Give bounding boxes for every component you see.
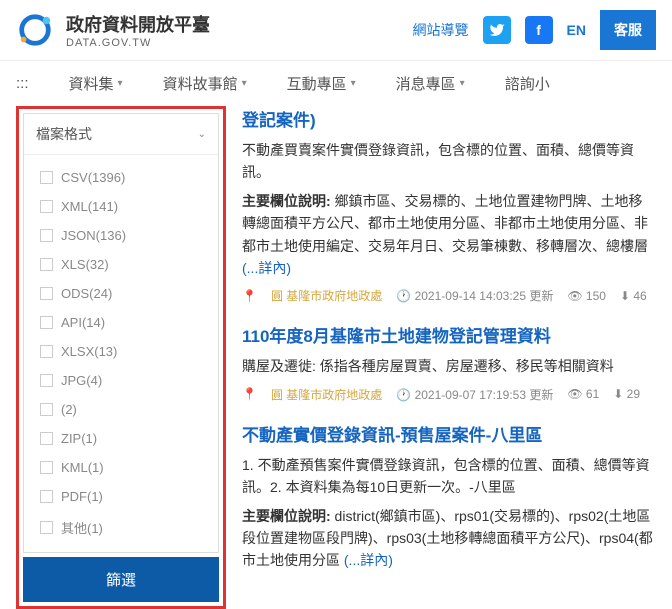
result-description: 購屋及遷徙: 係指各種房屋買賣、房屋遷移、移民等相關資料 bbox=[242, 355, 656, 377]
checkbox[interactable] bbox=[40, 374, 53, 387]
filter-item-label: CSV(1396) bbox=[61, 170, 125, 185]
nav-news[interactable]: 消息專區▾ bbox=[396, 73, 465, 94]
filter-item[interactable]: KML(1) bbox=[24, 453, 218, 482]
results-content: 登記案件) 不動產買賣案件實價登錄資訊，包含標的位置、面積、總價等資訊。主要欄位說… bbox=[242, 106, 656, 609]
filter-item-label: JSON(136) bbox=[61, 228, 126, 243]
facebook-icon[interactable]: f bbox=[525, 16, 553, 44]
sitemap-link[interactable]: 網站導覽 bbox=[413, 20, 469, 40]
views-meta: 👁 150 bbox=[567, 289, 606, 303]
checkbox[interactable] bbox=[40, 200, 53, 213]
filter-item-label: XML(141) bbox=[61, 199, 118, 214]
filter-item-label: XLSX(13) bbox=[61, 344, 117, 359]
chevron-down-icon: ⌄ bbox=[198, 129, 206, 140]
result-description: 不動產買賣案件實價登錄資訊，包含標的位置、面積、總價等資訊。 bbox=[242, 139, 656, 184]
checkbox[interactable] bbox=[40, 490, 53, 503]
checkbox[interactable] bbox=[40, 432, 53, 445]
checkbox[interactable] bbox=[40, 229, 53, 242]
filter-item-label: XLS(32) bbox=[61, 257, 109, 272]
filter-item[interactable]: ZIP(1) bbox=[24, 424, 218, 453]
downloads-meta: ⬇ 46 bbox=[620, 289, 647, 303]
checkbox[interactable] bbox=[40, 345, 53, 358]
filter-header[interactable]: 檔案格式 ⌄ bbox=[24, 114, 218, 155]
filter-item[interactable]: (2) bbox=[24, 395, 218, 424]
checkbox[interactable] bbox=[40, 171, 53, 184]
checkbox[interactable] bbox=[40, 461, 53, 474]
filter-item-label: JPG(4) bbox=[61, 373, 102, 388]
nav-datasets[interactable]: 資料集▾ bbox=[69, 73, 123, 94]
twitter-icon[interactable] bbox=[483, 16, 511, 44]
result-meta: 📍 圓 基隆市政府地政處 🕐 2021-09-14 14:03:25 更新 👁 150… bbox=[242, 287, 656, 304]
result-description: 1. 不動產預售案件實價登錄資訊，包含標的位置、面積、總價等資訊。2. 本資料集… bbox=[242, 454, 656, 499]
time-meta: 🕐 2021-09-14 14:03:25 更新 bbox=[396, 287, 553, 304]
nav-consult[interactable]: 諮詢小 bbox=[505, 73, 550, 94]
result-title[interactable]: 登記案件) bbox=[242, 106, 656, 131]
result-title[interactable]: 不動產實價登錄資訊-預售屋案件-八里區 bbox=[242, 421, 656, 446]
site-title-block: 政府資料開放平臺 DATA.GOV.TW bbox=[66, 11, 210, 49]
site-logo bbox=[16, 11, 54, 49]
result-meta: 📍 圓 基隆市政府地政處 🕐 2021-09-07 17:19:53 更新 👁 61 ⬇… bbox=[242, 386, 656, 403]
result-title[interactable]: 110年度8月基隆市土地建物登記管理資料 bbox=[242, 322, 656, 347]
result-item: 不動產實價登錄資訊-預售屋案件-八里區 1. 不動產預售案件實價登錄資訊，包含標的… bbox=[242, 421, 656, 572]
chevron-down-icon: ▾ bbox=[460, 78, 465, 89]
filter-item-label: API(14) bbox=[61, 315, 105, 330]
chevron-down-icon: ▾ bbox=[242, 78, 247, 89]
filter-item-label: (2) bbox=[61, 402, 77, 417]
result-item: 登記案件) 不動產買賣案件實價登錄資訊，包含標的位置、面積、總價等資訊。主要欄位說… bbox=[242, 106, 656, 304]
customer-service-button[interactable]: 客服 bbox=[600, 10, 656, 50]
filter-button[interactable]: 篩選 bbox=[23, 557, 219, 602]
result-fields: 主要欄位說明: 鄉鎮市區、交易標的、土地位置建物門牌、土地移轉總面積平方公尺、都… bbox=[242, 190, 656, 280]
chevron-down-icon: ▾ bbox=[351, 78, 356, 89]
result-item: 110年度8月基隆市土地建物登記管理資料購屋及遷徙: 係指各種房屋買賣、房屋遷移… bbox=[242, 322, 656, 402]
views-meta: 👁 61 bbox=[567, 387, 599, 401]
filter-item-label: PDF(1) bbox=[61, 489, 103, 504]
filter-item[interactable]: ODS(24) bbox=[24, 279, 218, 308]
pin-icon: 📍 bbox=[242, 387, 257, 401]
filter-item[interactable]: JPG(4) bbox=[24, 366, 218, 395]
time-meta: 🕐 2021-09-07 17:19:53 更新 bbox=[396, 386, 553, 403]
nav-menu-icon[interactable]: ::: bbox=[16, 75, 29, 92]
filter-item[interactable]: XLS(32) bbox=[24, 250, 218, 279]
main-nav: ::: 資料集▾ 資料故事館▾ 互動專區▾ 消息專區▾ 諮詢小 bbox=[0, 60, 672, 106]
filter-item-label: 其他(1) bbox=[61, 518, 103, 537]
filter-item[interactable]: API(14) bbox=[24, 308, 218, 337]
filter-item[interactable]: XLSX(13) bbox=[24, 337, 218, 366]
org-badge: 圓 基隆市政府地政處 bbox=[271, 386, 382, 403]
filter-item-label: ODS(24) bbox=[61, 286, 112, 301]
result-fields: 主要欄位說明: district(鄉鎮市區)、rps01(交易標的)、rps02… bbox=[242, 505, 656, 572]
chevron-down-icon: ▾ bbox=[118, 78, 123, 89]
filter-sidebar: 檔案格式 ⌄ CSV(1396) XML(141) JSON(136) XLS(32)… bbox=[16, 106, 226, 609]
language-toggle[interactable]: EN bbox=[567, 22, 586, 38]
org-badge: 圓 基隆市政府地政處 bbox=[271, 287, 382, 304]
checkbox[interactable] bbox=[40, 403, 53, 416]
nav-stories[interactable]: 資料故事館▾ bbox=[163, 73, 247, 94]
checkbox[interactable] bbox=[40, 521, 53, 534]
more-link[interactable]: (...詳內) bbox=[242, 260, 291, 276]
filter-item[interactable]: 其他(1) bbox=[24, 511, 218, 544]
header: 政府資料開放平臺 DATA.GOV.TW 網站導覽 f EN 客服 bbox=[0, 0, 672, 60]
nav-interactive[interactable]: 互動專區▾ bbox=[287, 73, 356, 94]
filter-item[interactable]: CSV(1396) bbox=[24, 163, 218, 192]
filter-item[interactable]: JSON(136) bbox=[24, 221, 218, 250]
filter-title: 檔案格式 bbox=[36, 124, 92, 144]
site-title: 政府資料開放平臺 bbox=[66, 11, 210, 37]
pin-icon: 📍 bbox=[242, 289, 257, 303]
filter-list: CSV(1396) XML(141) JSON(136) XLS(32) ODS(24)… bbox=[24, 155, 218, 552]
filter-item-label: ZIP(1) bbox=[61, 431, 97, 446]
downloads-meta: ⬇ 29 bbox=[613, 387, 640, 401]
more-link[interactable]: (...詳內) bbox=[344, 552, 393, 568]
checkbox[interactable] bbox=[40, 258, 53, 271]
filter-item[interactable]: PDF(1) bbox=[24, 482, 218, 511]
filter-item-label: KML(1) bbox=[61, 460, 104, 475]
filter-item[interactable]: XML(141) bbox=[24, 192, 218, 221]
checkbox[interactable] bbox=[40, 287, 53, 300]
site-subtitle: DATA.GOV.TW bbox=[66, 37, 210, 49]
checkbox[interactable] bbox=[40, 316, 53, 329]
